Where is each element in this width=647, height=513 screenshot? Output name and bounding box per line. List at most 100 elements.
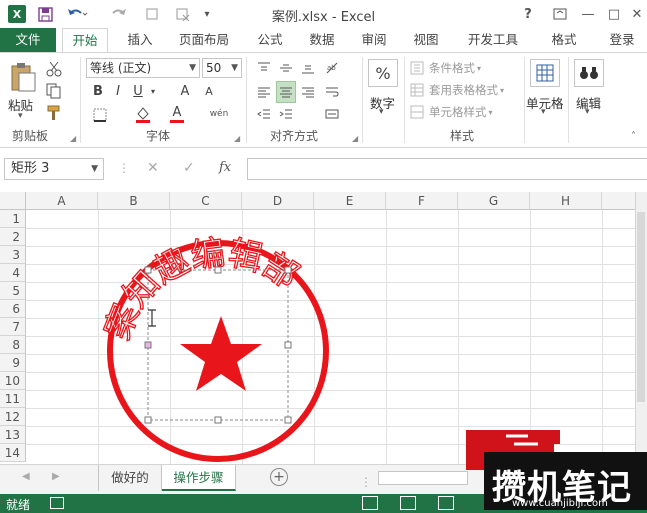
separator [246, 57, 247, 143]
increase-indent-icon[interactable] [276, 105, 296, 123]
chevron-down-icon[interactable]: ▾ [148, 82, 158, 100]
chevron-down-icon[interactable]: ▾ [379, 107, 384, 117]
enter-icon[interactable]: ✓ [183, 160, 195, 176]
ribbon-display-icon[interactable] [550, 4, 570, 24]
cells-icon[interactable] [530, 59, 560, 87]
alignment-launcher-icon[interactable]: ◢ [352, 134, 358, 143]
increase-font-button[interactable]: A [176, 82, 194, 100]
tab-page-layout[interactable]: 页面布局 [172, 28, 236, 52]
format-painter-icon[interactable] [44, 103, 64, 123]
scroll-right-icon[interactable]: ▶ [52, 471, 60, 482]
format-as-table-label: 套用表格格式 [429, 83, 498, 97]
separator [524, 57, 525, 143]
ribbon-tabs: 文件 开始 插入 页面布局 公式 数据 审阅 视图 开发工具 格式 登录 [0, 28, 647, 53]
ribbon: 粘贴 ▾ 剪贴板 ◢ 等线 (正文) ▼ 50 ▼ B I U ▾ A A A … [0, 52, 647, 148]
page-break-view-icon[interactable] [438, 496, 454, 510]
font-size-combo[interactable]: 50 ▼ [202, 58, 242, 78]
tab-home[interactable]: 开始 [62, 28, 108, 53]
tab-format[interactable]: 格式 [542, 28, 586, 52]
tab-insert[interactable]: 插入 [118, 28, 162, 52]
phonetic-button[interactable]: wén [206, 103, 232, 125]
format-as-table-button[interactable]: 套用表格格式 ▾ [410, 81, 520, 99]
separator [362, 57, 363, 143]
tab-view[interactable]: 视图 [406, 28, 446, 52]
copy-icon[interactable] [44, 81, 64, 101]
align-bottom-icon[interactable] [298, 59, 318, 77]
chevron-down-icon: ▼ [231, 63, 238, 73]
align-middle-icon[interactable] [276, 59, 296, 77]
restore-button[interactable]: □ [604, 4, 624, 24]
chevron-down-icon: ▼ [91, 164, 98, 174]
number-format-icon[interactable]: % [368, 59, 398, 87]
stamp-drawing[interactable]: 案知趣编辑部 [0, 192, 647, 464]
fill-color-icon[interactable] [132, 103, 154, 125]
normal-view-icon[interactable] [362, 496, 378, 510]
text-cursor-icon [148, 309, 156, 327]
align-center-icon[interactable] [276, 81, 296, 103]
conditional-format-label: 条件格式 [429, 61, 475, 75]
separator [568, 57, 569, 143]
name-box-value: 矩形 3 [11, 161, 50, 176]
collapse-ribbon-icon[interactable]: ˄ [631, 131, 636, 142]
cancel-icon[interactable]: ✕ [147, 160, 159, 176]
border-icon[interactable] [90, 105, 110, 125]
paste-dropdown-icon[interactable]: ▾ [18, 111, 23, 121]
merge-center-icon[interactable] [322, 105, 342, 123]
find-binoculars-icon[interactable] [574, 59, 604, 87]
italic-button[interactable]: I [110, 82, 126, 100]
name-box[interactable]: 矩形 3 ▼ [4, 158, 104, 180]
conditional-format-button[interactable]: 条件格式 ▾ [410, 59, 520, 77]
tab-developer[interactable]: 开发工具 [458, 28, 528, 52]
cell-styles-button[interactable]: 单元格样式 ▾ [410, 103, 520, 121]
sheet-tab-steps[interactable]: 操作步骤 [162, 465, 236, 491]
insert-function-icon[interactable]: fx [219, 160, 231, 175]
cut-icon[interactable] [44, 59, 64, 79]
minimize-button[interactable]: — [578, 4, 598, 24]
svg-text:ab: ab [327, 64, 336, 72]
worksheet-grid[interactable]: A B C D E F G H 1 2 3 4 5 6 7 8 9 10 11 … [0, 192, 647, 464]
login-link[interactable]: 登录 [600, 28, 644, 52]
tab-formulas[interactable]: 公式 [250, 28, 290, 52]
title-bar: X ▾ 案例.xlsx - Excel ? — □ ✕ [0, 0, 647, 28]
formula-input[interactable] [247, 158, 647, 180]
clipboard-group-label: 剪贴板 [12, 129, 49, 143]
horizontal-scrollbar[interactable] [378, 471, 468, 485]
sheet-tab-done[interactable]: 做好的 [98, 465, 162, 491]
paste-icon[interactable] [6, 59, 40, 95]
stamp-star-icon [180, 316, 262, 391]
split-dots-icon[interactable]: ⋮ [360, 475, 372, 489]
clipboard-launcher-icon[interactable]: ◢ [70, 134, 76, 143]
chevron-down-icon[interactable]: ▾ [585, 107, 590, 117]
add-sheet-icon[interactable]: + [270, 468, 288, 486]
decrease-indent-icon[interactable] [254, 105, 274, 123]
macro-record-icon[interactable] [50, 497, 64, 509]
align-left-icon[interactable] [254, 83, 274, 101]
wrap-text-icon[interactable] [322, 83, 342, 101]
font-name-combo[interactable]: 等线 (正文) ▼ [86, 58, 200, 78]
bold-button[interactable]: B [90, 82, 106, 100]
watermark-logo: 攒机笔记 www.cuanjibiji.com [466, 430, 647, 513]
page-layout-view-icon[interactable] [400, 496, 416, 510]
alignment-group-label: 对齐方式 [270, 129, 319, 143]
font-color-icon[interactable]: A [166, 103, 188, 125]
watermark-url: www.cuanjibiji.com [512, 498, 608, 509]
status-ready: 就绪 [6, 498, 31, 512]
styles-group-label: 样式 [450, 129, 475, 143]
orientation-icon[interactable]: ab [322, 59, 342, 77]
tab-review[interactable]: 审阅 [354, 28, 394, 52]
stamp-text-path: 案知趣编辑部 [97, 232, 306, 346]
underline-button[interactable]: U [130, 82, 146, 100]
chevron-down-icon[interactable]: ▾ [541, 107, 546, 117]
font-launcher-icon[interactable]: ◢ [234, 134, 240, 143]
help-button[interactable]: ? [518, 4, 538, 24]
align-right-icon[interactable] [298, 83, 318, 101]
tab-file[interactable]: 文件 [0, 28, 56, 52]
close-button[interactable]: ✕ [628, 4, 646, 24]
separator [80, 57, 81, 143]
decrease-font-button[interactable]: A [200, 82, 218, 100]
tab-data[interactable]: 数据 [302, 28, 342, 52]
font-size-value: 50 [206, 61, 222, 75]
align-top-icon[interactable] [254, 59, 274, 77]
scroll-left-icon[interactable]: ◀ [22, 471, 30, 482]
cell-styles-label: 单元格样式 [429, 105, 487, 119]
